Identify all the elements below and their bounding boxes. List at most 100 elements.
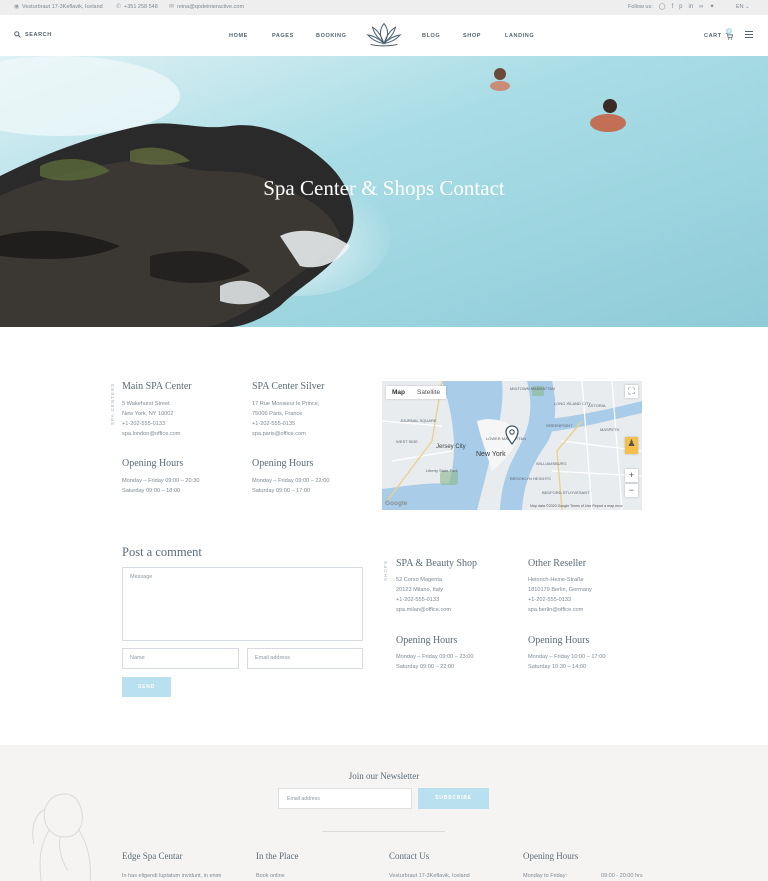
address-line: Heinrich-Heine-Straße: [528, 577, 584, 583]
footer-column-title: Edge Spa Centar: [122, 851, 183, 861]
map-label: MASPETH: [600, 427, 620, 432]
topbar-email[interactable]: ✉ reina@qodeinteractive.com: [169, 4, 245, 11]
map-label: ASTORIA: [588, 403, 606, 408]
fullscreen-icon[interactable]: ⛶: [625, 385, 638, 398]
phone-link[interactable]: +1-202-555-0133: [528, 595, 592, 605]
send-button[interactable]: SEND: [122, 677, 171, 697]
topbar-address[interactable]: ◉ Vesturbraut 17-3Keflavik, Iceland: [14, 3, 103, 11]
footer-hours-label: Monday to Friday:: [523, 873, 568, 879]
phone-link[interactable]: +1-202-555-0133: [396, 595, 451, 605]
map-label: GREENPOINT: [546, 423, 573, 428]
zoom-out-button[interactable]: −: [625, 484, 638, 497]
newsletter-email-input[interactable]: Email address: [278, 788, 412, 809]
hours-title: Opening Hours: [122, 458, 184, 469]
cart-count-badge: 0: [726, 28, 732, 34]
newsletter-placeholder: Email address: [287, 796, 320, 802]
hamburger-icon[interactable]: [745, 31, 753, 38]
google-logo: Google: [385, 500, 408, 507]
instagram-icon[interactable]: ◯: [659, 4, 666, 10]
language-selector[interactable]: EN ⌄: [736, 4, 750, 10]
email-link[interactable]: spa.berlin@office.com: [528, 605, 592, 615]
map-label: JOURNAL SQUARE: [400, 418, 437, 423]
footer-link[interactable]: Book online: [256, 873, 285, 879]
google-map[interactable]: Map Satellite ⛶ Jersey City LONG ISLAND …: [382, 381, 642, 510]
comment-title: Post a comment: [122, 545, 202, 559]
location-address: 5 Wakehurst Street New York, NY 10002 +1…: [122, 399, 180, 439]
map-credit[interactable]: Map data ©2020 Google Terms of Use Repor…: [530, 504, 623, 508]
nav-item-blog[interactable]: BLOG: [422, 33, 440, 39]
shops-label: SHOPS: [383, 560, 388, 581]
nav-item-landing[interactable]: LANDING: [505, 33, 534, 39]
map-label: MIDTOWN MANHATTAN: [510, 386, 555, 391]
follow-label: Follow us:: [628, 4, 653, 10]
hours-line: Monday – Friday 10:00 – 17:00: [528, 654, 606, 660]
name-placeholder: Name: [130, 655, 145, 661]
nav-item-home[interactable]: HOME: [229, 33, 248, 39]
footer-hours-value: 09:00 - 20:00 hrs: [601, 873, 643, 879]
map-label: BEDFORD-STUYVESANT: [542, 490, 590, 495]
phone-link[interactable]: +1-202-555-0133: [122, 419, 180, 429]
lotus-logo[interactable]: [365, 19, 403, 49]
email-input[interactable]: Email address: [247, 648, 363, 669]
nav-item-pages[interactable]: PAGES: [272, 33, 294, 39]
spa-centers-label: SPA CENTERS: [110, 382, 115, 425]
linkedin-icon[interactable]: in: [689, 4, 694, 10]
footer: [0, 745, 768, 881]
search-icon: [14, 31, 21, 38]
phone-link[interactable]: +1-202-555-0135: [252, 419, 319, 429]
location-title: Main SPA Center: [122, 381, 192, 392]
hours-title: Opening Hours: [252, 458, 314, 469]
name-input[interactable]: Name: [122, 648, 239, 669]
footer-divider: [322, 831, 445, 832]
location-title: SPA & Beauty Shop: [396, 558, 478, 569]
twitter-icon[interactable]: ✦: [709, 4, 714, 10]
pinterest-icon[interactable]: p: [679, 4, 682, 10]
hours-title: Opening Hours: [528, 635, 590, 646]
message-textarea[interactable]: Message: [122, 567, 363, 641]
footer-column-title: Contact Us: [389, 851, 430, 861]
tab-map[interactable]: Map: [386, 386, 411, 399]
map-type-tabs: Map Satellite: [386, 386, 447, 399]
hours-list: Monday – Friday 09:00 – 23:00 Saturday 0…: [396, 652, 473, 672]
map-label: WILLIAMSBURG: [536, 461, 567, 466]
message-placeholder: Message: [130, 574, 153, 580]
zoom-in-button[interactable]: +: [625, 469, 638, 482]
street-view-pegman-icon[interactable]: ♟: [625, 437, 638, 454]
tab-satellite[interactable]: Satellite: [411, 386, 446, 399]
location-address: 52 Corso Magenta 20123 Milano, Italy +1-…: [396, 575, 451, 615]
topbar-phone[interactable]: ✆ +351 258 548: [116, 3, 158, 11]
topbar-email-text: reina@qodeinteractive.com: [177, 4, 245, 10]
subscribe-button[interactable]: SUBSCRIBE: [418, 788, 489, 809]
topbar-address-text: Vesturbraut 17-3Keflavik, Iceland: [22, 4, 103, 10]
email-link[interactable]: spa.paris@office.com: [252, 429, 319, 439]
hours-line: Saturday 09:00 – 18:00: [122, 488, 181, 494]
footer-column-text: In has eligendi luptatum invidunt, in en…: [122, 873, 222, 879]
hours-line: Saturday 09:00 – 17:00: [252, 488, 311, 494]
footer-column-text: Vesturbraut 17-3Keflavik, Iceland: [389, 873, 470, 879]
cart-button[interactable]: CART 0: [704, 28, 733, 40]
email-link[interactable]: spa.london@office.com: [122, 429, 180, 439]
location-address: 17 Rue Monsieur le Prince, 75006 Paris, …: [252, 399, 319, 439]
address-line: 52 Corso Magenta: [396, 577, 443, 583]
hours-line: Monday – Friday 09:00 – 20:30: [122, 478, 200, 484]
newsletter-title: Join our Newsletter: [348, 771, 420, 781]
hours-list: Monday – Friday 09:00 – 22:00 Saturday 0…: [252, 476, 329, 496]
footer-column-title: Opening Hours: [523, 851, 579, 861]
nav-item-shop[interactable]: SHOP: [463, 33, 481, 39]
hours-list: Monday – Friday 09:00 – 20:30 Saturday 0…: [122, 476, 199, 496]
hours-line: Saturday 10:30 – 14:00: [528, 664, 587, 670]
language-label: EN: [736, 4, 744, 10]
email-link[interactable]: spa.milan@office.com: [396, 605, 451, 615]
map-pin-icon[interactable]: [505, 425, 519, 445]
hours-line: Saturday 09:00 – 22:00: [396, 664, 455, 670]
tripadvisor-icon[interactable]: ∞: [699, 4, 703, 10]
location-pin-icon: ◉: [14, 3, 20, 10]
main-nav: SEARCH HOME PAGES BOOKING BLOG SHOP LAND…: [0, 15, 768, 56]
facebook-icon[interactable]: f: [671, 4, 673, 10]
social-links: Follow us: ◯ f p in ∞ ✦: [628, 4, 714, 10]
search-button[interactable]: SEARCH: [14, 31, 52, 38]
nav-item-booking[interactable]: BOOKING: [316, 33, 346, 39]
phone-icon: ✆: [116, 3, 122, 10]
location-title: SPA Center Silver: [252, 381, 325, 392]
map-tiles: [382, 381, 642, 510]
